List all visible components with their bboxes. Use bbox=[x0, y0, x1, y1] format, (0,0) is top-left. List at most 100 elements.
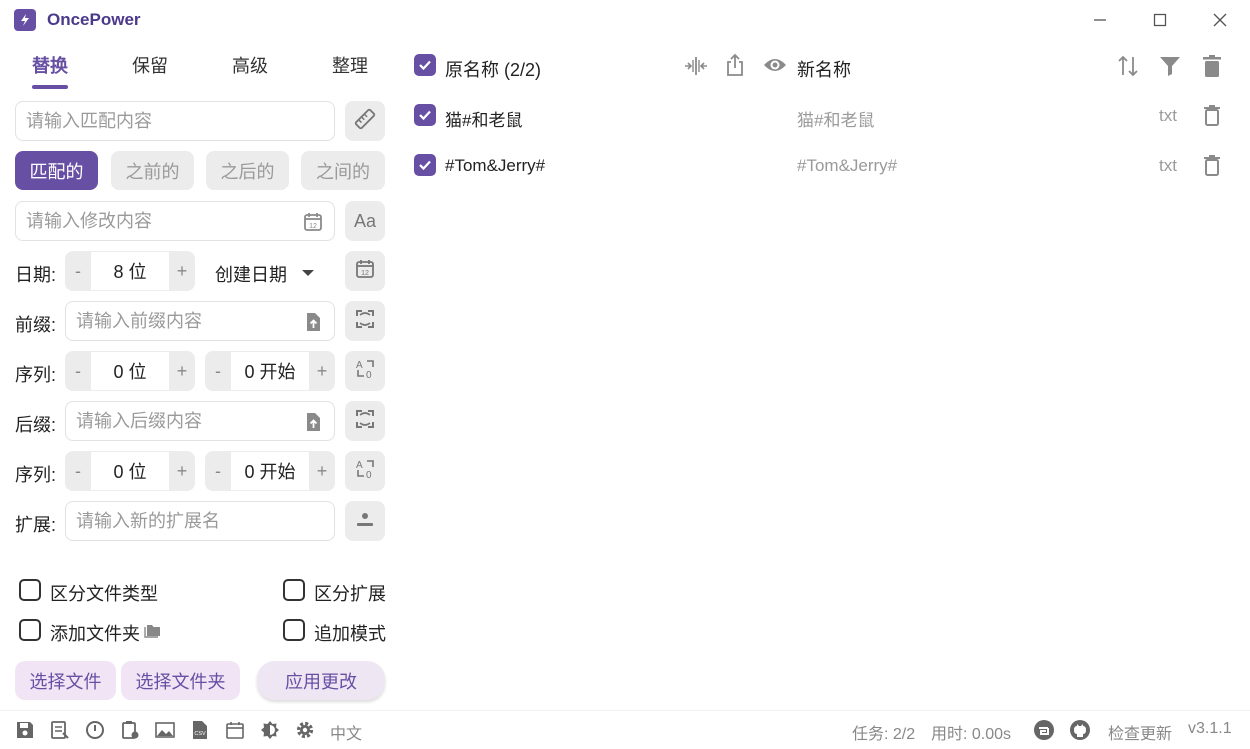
date-digits-minus[interactable]: - bbox=[65, 261, 91, 282]
prefix-seq-start-stepper[interactable]: - 0 开始 + bbox=[205, 351, 335, 391]
prefix-seq-start-minus[interactable]: - bbox=[205, 361, 231, 382]
row-original-name: 猫#和老鼠 bbox=[445, 111, 523, 130]
svg-text:CSV: CSV bbox=[194, 731, 206, 737]
date-digits-plus[interactable]: + bbox=[169, 261, 195, 282]
append-mode-checkbox[interactable] bbox=[283, 619, 305, 641]
tab-organize[interactable]: 整理 bbox=[332, 52, 368, 78]
prefix-label: 前缀: bbox=[15, 315, 57, 335]
delete-row-icon[interactable] bbox=[1203, 104, 1221, 131]
filter-icon[interactable] bbox=[1159, 55, 1181, 82]
date-insert-button[interactable]: 12 bbox=[345, 251, 385, 291]
minimize-button[interactable] bbox=[1088, 8, 1112, 32]
match-input[interactable] bbox=[16, 102, 334, 140]
log-icon[interactable] bbox=[50, 720, 70, 740]
prefix-seq-start-value[interactable]: 0 开始 bbox=[231, 352, 309, 390]
date-type-select[interactable]: 创建日期 bbox=[215, 261, 315, 287]
row-new-name: 猫#和老鼠 bbox=[797, 111, 875, 130]
tab-active-indicator bbox=[32, 85, 68, 89]
ruler-button[interactable] bbox=[345, 101, 385, 141]
clipboard-icon[interactable] bbox=[120, 720, 140, 740]
suffix-seq-digits-value[interactable]: 0 位 bbox=[91, 452, 169, 490]
theme-icon[interactable] bbox=[260, 720, 280, 740]
segment-matched[interactable]: 匹配的 bbox=[15, 151, 98, 190]
segment-before[interactable]: 之前的 bbox=[111, 151, 194, 190]
tab-keep[interactable]: 保留 bbox=[132, 52, 168, 78]
svg-text:12: 12 bbox=[361, 270, 369, 277]
split-icon[interactable] bbox=[684, 55, 708, 82]
file-upload-icon[interactable] bbox=[302, 311, 324, 333]
delete-row-icon[interactable] bbox=[1203, 154, 1221, 181]
tab-advanced[interactable]: 高级 bbox=[232, 52, 268, 78]
suffix-seq-start-minus[interactable]: - bbox=[205, 461, 231, 482]
csv-icon[interactable]: CSV bbox=[190, 720, 210, 740]
extension-input[interactable] bbox=[66, 502, 334, 540]
task-count: 任务: 2/2 bbox=[852, 726, 916, 743]
export-icon[interactable] bbox=[725, 53, 745, 82]
image-icon[interactable] bbox=[155, 720, 175, 740]
remove-extension-icon bbox=[354, 508, 376, 535]
prefix-seq-digits-stepper[interactable]: - 0 位 + bbox=[65, 351, 195, 391]
suffix-seq-start-stepper[interactable]: - 0 开始 + bbox=[205, 451, 335, 491]
sort-icon[interactable] bbox=[1116, 54, 1140, 83]
prefix-field[interactable] bbox=[65, 301, 335, 341]
prefix-seq-start-plus[interactable]: + bbox=[309, 361, 335, 382]
svg-text:A: A bbox=[356, 360, 363, 371]
date-digits-value[interactable]: 8 位 bbox=[91, 252, 169, 290]
suffix-cycle-button[interactable] bbox=[345, 401, 385, 441]
eye-icon[interactable] bbox=[763, 56, 787, 79]
file-upload-icon[interactable] bbox=[302, 411, 324, 433]
cycle-icon bbox=[353, 407, 377, 436]
gitee-icon[interactable] bbox=[1033, 719, 1055, 741]
prefix-seq-digits-minus[interactable]: - bbox=[65, 361, 91, 382]
distinguish-extension-checkbox[interactable] bbox=[283, 579, 305, 601]
suffix-seq-start-plus[interactable]: + bbox=[309, 461, 335, 482]
suffix-seq-digits-stepper[interactable]: - 0 位 + bbox=[65, 451, 195, 491]
maximize-button[interactable] bbox=[1148, 8, 1172, 32]
select-folders-button[interactable]: 选择文件夹 bbox=[121, 661, 240, 700]
tab-replace[interactable]: 替换 bbox=[32, 52, 68, 78]
apply-changes-button[interactable]: 应用更改 bbox=[257, 661, 385, 700]
delete-all-icon[interactable] bbox=[1202, 54, 1222, 83]
suffix-seq-sort-button[interactable]: A0 bbox=[345, 451, 385, 491]
case-label: Aa bbox=[353, 210, 377, 231]
suffix-input[interactable] bbox=[66, 402, 334, 440]
row-checkbox[interactable] bbox=[414, 154, 436, 176]
extension-field[interactable] bbox=[65, 501, 335, 541]
suffix-field[interactable] bbox=[65, 401, 335, 441]
match-field[interactable] bbox=[15, 101, 335, 141]
distinguish-file-type-checkbox[interactable] bbox=[19, 579, 41, 601]
check-update-link[interactable]: 检查更新 bbox=[1108, 720, 1172, 744]
calendar-icon[interactable] bbox=[225, 720, 245, 740]
row-checkbox[interactable] bbox=[414, 104, 436, 126]
segment-between[interactable]: 之间的 bbox=[301, 151, 385, 190]
modify-input[interactable] bbox=[16, 202, 334, 240]
prefix-seq-digits-plus[interactable]: + bbox=[169, 361, 195, 382]
suffix-seq-start-value[interactable]: 0 开始 bbox=[231, 452, 309, 490]
power-icon[interactable] bbox=[85, 720, 105, 740]
select-files-button[interactable]: 选择文件 bbox=[15, 661, 116, 700]
modify-field[interactable]: 12 bbox=[15, 201, 335, 241]
settings-icon[interactable] bbox=[295, 720, 315, 740]
svg-text:A: A bbox=[356, 460, 363, 471]
date-digits-stepper[interactable]: - 8 位 + bbox=[65, 251, 195, 291]
prefix-input[interactable] bbox=[66, 302, 334, 340]
close-button[interactable] bbox=[1208, 8, 1232, 32]
extension-remove-button[interactable] bbox=[345, 501, 385, 541]
prefix-seq-digits-value[interactable]: 0 位 bbox=[91, 352, 169, 390]
save-icon[interactable] bbox=[15, 720, 35, 740]
suffix-seq-digits-plus[interactable]: + bbox=[169, 461, 195, 482]
add-folder-checkbox[interactable] bbox=[19, 619, 41, 641]
select-all-checkbox[interactable] bbox=[414, 54, 436, 76]
github-icon[interactable] bbox=[1069, 719, 1091, 741]
cycle-icon bbox=[353, 307, 377, 336]
suffix-seq-digits-minus[interactable]: - bbox=[65, 461, 91, 482]
suffix-seq-label: 序列: bbox=[15, 465, 57, 485]
language-switch[interactable]: 中文 bbox=[330, 720, 362, 744]
row-original-name: #Tom&Jerry# bbox=[445, 156, 546, 175]
prefix-cycle-button[interactable] bbox=[345, 301, 385, 341]
status-bar bbox=[0, 710, 1250, 749]
case-button[interactable]: Aa bbox=[345, 201, 385, 241]
prefix-seq-sort-button[interactable]: A0 bbox=[345, 351, 385, 391]
segment-after[interactable]: 之后的 bbox=[206, 151, 289, 190]
calendar-icon[interactable]: 12 bbox=[302, 211, 324, 233]
